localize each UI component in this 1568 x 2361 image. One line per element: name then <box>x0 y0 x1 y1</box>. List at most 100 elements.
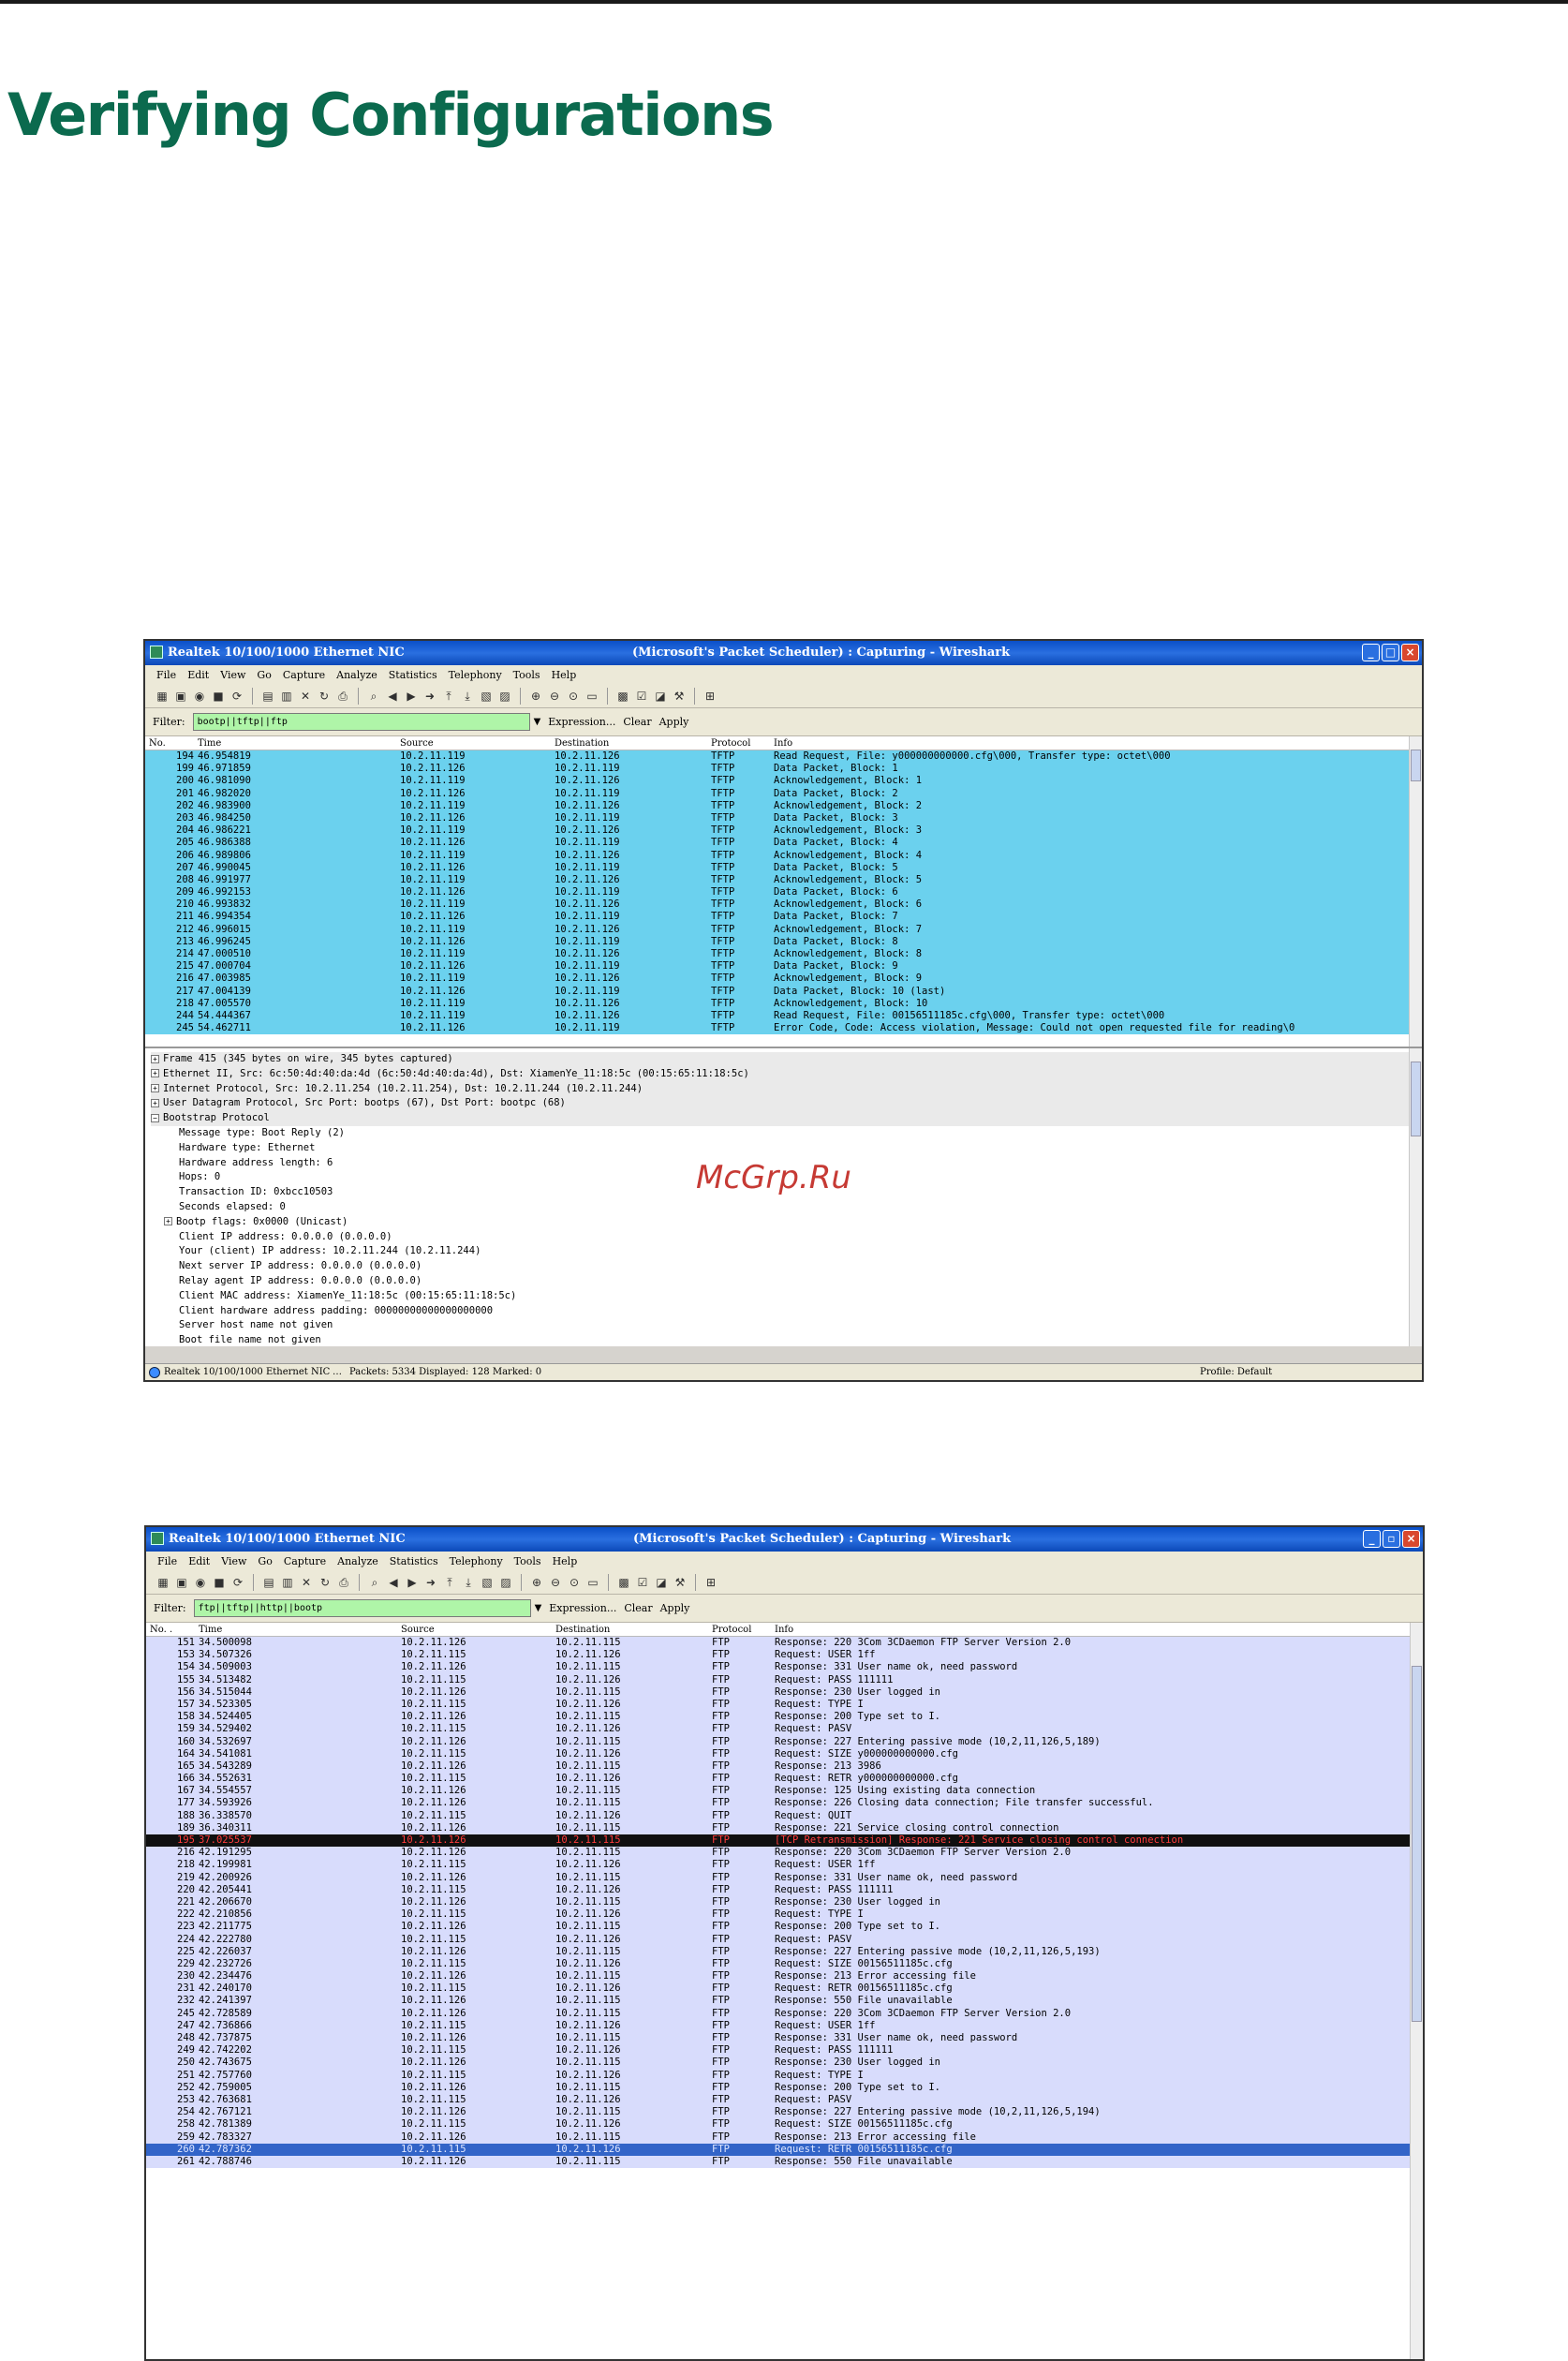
maximize-icon[interactable]: □ <box>1382 644 1399 661</box>
coloring-rules-icon[interactable]: ◪ <box>653 689 668 704</box>
clear-button[interactable]: Clear <box>623 716 651 728</box>
open-icon[interactable]: ▤ <box>260 689 275 704</box>
column-header-protocol[interactable]: Protocol <box>712 1625 775 1635</box>
menu-file[interactable]: File <box>156 669 176 681</box>
table-row[interactable]: 166 34.552631 10.2.11.115 10.2.11.126 FTP Req… <box>146 1773 1423 1786</box>
collapse-icon[interactable]: − <box>151 1113 159 1122</box>
tree-node[interactable]: + Internet Protocol, Src: 10.2.11.254 (10… <box>151 1081 1422 1097</box>
packet-list-scrollbar[interactable] <box>1409 736 1422 1047</box>
menu-view[interactable]: View <box>220 669 245 681</box>
zoom-in-icon[interactable]: ⊕ <box>528 689 543 704</box>
table-row[interactable]: 249 42.742202 10.2.11.115 10.2.11.126 FTP Req… <box>146 2044 1423 2057</box>
menu-telephony[interactable]: Telephony <box>450 1555 503 1567</box>
table-row[interactable]: 218 42.199981 10.2.11.115 10.2.11.126 FTP Req… <box>146 1859 1423 1872</box>
minimize-icon[interactable]: _ <box>1362 644 1380 661</box>
menu-statistics[interactable]: Statistics <box>390 1555 438 1567</box>
table-row[interactable]: 203 46.984250 10.2.11.126 10.2.11.119 TFTP Da… <box>145 811 1422 825</box>
close-file-icon[interactable]: ✕ <box>298 689 313 704</box>
table-row[interactable]: 245 42.728589 10.2.11.126 10.2.11.115 FTP Res… <box>146 2007 1423 2020</box>
table-row[interactable]: 222 42.210856 10.2.11.115 10.2.11.126 FTP Req… <box>146 1908 1423 1922</box>
status-profile[interactable]: Profile: Default <box>1200 1367 1272 1377</box>
filter-dropdown-icon[interactable]: ▼ <box>535 1603 542 1613</box>
column-header-source[interactable]: Source <box>401 1625 555 1635</box>
expand-icon[interactable]: + <box>151 1069 159 1078</box>
menu-tools[interactable]: Tools <box>513 669 540 681</box>
menu-go[interactable]: Go <box>257 669 271 681</box>
table-row[interactable]: 165 34.543289 10.2.11.126 10.2.11.115 FTP Res… <box>146 1760 1423 1774</box>
menu-view[interactable]: View <box>221 1555 246 1567</box>
restore-icon[interactable]: ▫ <box>1383 1530 1400 1548</box>
help-icon[interactable]: ⊞ <box>703 689 717 704</box>
back-icon[interactable]: ◀ <box>385 689 400 704</box>
table-row[interactable]: 201 46.982020 10.2.11.126 10.2.11.119 TFTP Da… <box>145 787 1422 800</box>
table-row[interactable]: 259 42.783327 10.2.11.126 10.2.11.115 FTP Res… <box>146 2131 1423 2144</box>
table-row[interactable]: 153 34.507326 10.2.11.115 10.2.11.126 FTP Req… <box>146 1649 1423 1662</box>
go-to-icon[interactable]: ➜ <box>422 689 437 704</box>
table-row[interactable]: 254 42.767121 10.2.11.126 10.2.11.115 FTP Res… <box>146 2106 1423 2119</box>
menu-help[interactable]: Help <box>553 1555 578 1567</box>
zoom-normal-icon[interactable]: ⊙ <box>566 689 581 704</box>
table-row[interactable]: 253 42.763681 10.2.11.115 10.2.11.126 FTP Req… <box>146 2093 1423 2107</box>
table-row[interactable]: 251 42.757760 10.2.11.115 10.2.11.126 FTP Req… <box>146 2069 1423 2082</box>
column-header-info[interactable]: Info <box>775 1625 1423 1635</box>
table-row[interactable]: 216 42.191295 10.2.11.126 10.2.11.115 FTP Res… <box>146 1847 1423 1860</box>
menu-telephony[interactable]: Telephony <box>449 669 502 681</box>
capture-restart-icon[interactable]: ⟳ <box>230 1575 245 1590</box>
menu-go[interactable]: Go <box>258 1555 272 1567</box>
colorize-icon[interactable]: ▧ <box>479 689 494 704</box>
menu-edit[interactable]: Edit <box>187 669 209 681</box>
expand-icon[interactable]: + <box>151 1084 159 1093</box>
table-row[interactable]: 159 34.529402 10.2.11.115 10.2.11.126 FTP Req… <box>146 1723 1423 1736</box>
details-scrollbar[interactable] <box>1409 1048 1422 1346</box>
tree-node[interactable]: − Bootstrap Protocol <box>151 1111 1422 1126</box>
apply-button[interactable]: Apply <box>659 716 689 728</box>
column-header-protocol[interactable]: Protocol <box>711 738 774 749</box>
table-row[interactable]: 213 46.996245 10.2.11.126 10.2.11.119 TFTP Da… <box>145 935 1422 948</box>
find-icon[interactable]: ⌕ <box>367 1575 382 1590</box>
capture-restart-icon[interactable]: ⟳ <box>229 689 244 704</box>
table-row[interactable]: 210 46.993832 10.2.11.119 10.2.11.126 TFTP Ac… <box>145 898 1422 912</box>
expand-icon[interactable]: + <box>151 1098 159 1107</box>
go-to-icon[interactable]: ➜ <box>423 1575 438 1590</box>
table-row[interactable]: 164 34.541081 10.2.11.115 10.2.11.126 FTP Req… <box>146 1747 1423 1760</box>
table-row[interactable]: 250 42.743675 10.2.11.126 10.2.11.115 FTP Res… <box>146 2057 1423 2070</box>
table-row[interactable]: 188 36.338570 10.2.11.115 10.2.11.126 FTP Req… <box>146 1809 1423 1822</box>
table-row[interactable]: 189 36.340311 10.2.11.126 10.2.11.115 FTP Res… <box>146 1821 1423 1834</box>
reload-icon[interactable]: ↻ <box>317 689 332 704</box>
column-header-time[interactable]: Time <box>196 738 400 749</box>
table-row[interactable]: 195 37.025537 10.2.11.126 10.2.11.115 FTP [TC… <box>146 1834 1423 1848</box>
scrollbar-thumb[interactable] <box>1411 750 1421 781</box>
open-icon[interactable]: ▤ <box>261 1575 276 1590</box>
table-row[interactable]: 151 34.500098 10.2.11.126 10.2.11.115 FTP Res… <box>146 1637 1423 1650</box>
capture-stop-icon[interactable]: ■ <box>212 1575 227 1590</box>
table-row[interactable]: 229 42.232726 10.2.11.115 10.2.11.126 FTP Req… <box>146 1957 1423 1971</box>
expression-button[interactable]: Expression... <box>548 716 615 728</box>
title-bar[interactable]: Realtek 10/100/1000 Ethernet NIC (Micros… <box>145 641 1422 665</box>
capture-stop-icon[interactable]: ■ <box>211 689 226 704</box>
tree-field[interactable]: + Bootp flags: 0x0000 (Unicast) <box>151 1215 1422 1230</box>
menu-file[interactable]: File <box>157 1555 177 1567</box>
autoscroll-icon[interactable]: ▨ <box>498 1575 513 1590</box>
resize-columns-icon[interactable]: ▭ <box>584 689 599 704</box>
capture-filters-icon[interactable]: ▩ <box>616 1575 631 1590</box>
scrollbar-thumb[interactable] <box>1412 1666 1422 2022</box>
save-icon[interactable]: ▥ <box>280 1575 295 1590</box>
table-row[interactable]: 160 34.532697 10.2.11.126 10.2.11.115 FTP Res… <box>146 1735 1423 1748</box>
table-row[interactable]: 223 42.211775 10.2.11.126 10.2.11.115 FTP Res… <box>146 1921 1423 1934</box>
display-filters-icon[interactable]: ☑ <box>634 689 649 704</box>
table-row[interactable]: 220 42.205441 10.2.11.115 10.2.11.126 FTP Req… <box>146 1883 1423 1896</box>
menu-help[interactable]: Help <box>552 669 577 681</box>
menu-analyze[interactable]: Analyze <box>337 1555 378 1567</box>
help-icon[interactable]: ⊞ <box>703 1575 718 1590</box>
zoom-out-icon[interactable]: ⊖ <box>548 1575 563 1590</box>
capture-options-icon[interactable]: ▣ <box>173 689 188 704</box>
forward-icon[interactable]: ▶ <box>405 1575 420 1590</box>
table-row[interactable]: 215 47.000704 10.2.11.126 10.2.11.119 TFTP Da… <box>145 960 1422 973</box>
table-row[interactable]: 157 34.523305 10.2.11.115 10.2.11.126 FTP Req… <box>146 1698 1423 1712</box>
tree-node[interactable]: + Frame 415 (345 bytes on wire, 345 bytes… <box>151 1052 1422 1067</box>
table-row[interactable]: 232 42.241397 10.2.11.126 10.2.11.115 FTP Res… <box>146 1995 1423 2008</box>
packet-list[interactable]: No. Time Source Destination Protocol Inf… <box>145 736 1422 1048</box>
table-row[interactable]: 231 42.240170 10.2.11.115 10.2.11.126 FTP Req… <box>146 1982 1423 1996</box>
display-filter-input[interactable]: bootp||tftp||ftp <box>192 713 530 731</box>
zoom-in-icon[interactable]: ⊕ <box>529 1575 544 1590</box>
